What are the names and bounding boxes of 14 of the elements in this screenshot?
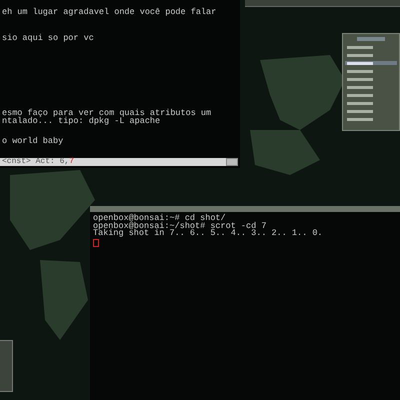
terminal-line: o world baby <box>2 137 64 145</box>
status-text: <cnst> Act: 6, <box>2 158 70 166</box>
menu-title-bar <box>357 37 385 41</box>
side-panel <box>0 340 13 392</box>
terminal-line: openbox@bonsai:~/shot# scrot -cd 7 <box>93 222 268 230</box>
terminal-line: sio aqui so por vc <box>2 34 95 42</box>
cursor-character: 7 <box>69 158 74 166</box>
terminal-line: openbox@bonsai:~# cd shot/ <box>93 215 226 222</box>
terminal-line: eh um lugar agradavel onde você pode falar <box>2 8 218 16</box>
terminal-line: esmo faço para ver com quais atributos um <box>2 109 212 117</box>
terminal-line: ntalado... tipo: dpkg -L apache <box>2 117 162 125</box>
status-indicator-icon <box>226 158 238 166</box>
menu-item[interactable] <box>345 61 397 65</box>
terminal-line: Taking shot in 7.. 6.. 5.. 4.. 3.. 2.. 1.. 0. <box>93 230 324 238</box>
